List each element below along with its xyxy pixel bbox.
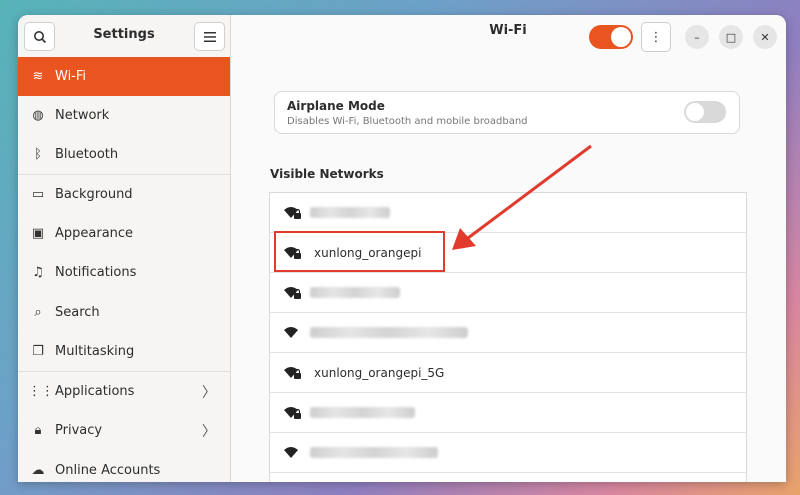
sidebar-item-label: Wi-Fi (55, 69, 87, 84)
sidebar-item-multitasking[interactable]: ❐ Multitasking (18, 332, 230, 371)
redacted-ssid (310, 287, 400, 298)
page-title: Wi-Fi (489, 23, 527, 38)
wifi-signal-icon (284, 446, 298, 458)
chevron-right-icon: 〉 (202, 423, 216, 440)
search-icon (33, 30, 46, 43)
sidebar-item-network[interactable]: ◍ Network (18, 96, 230, 135)
sidebar-item-search[interactable]: ⌕ Search (18, 293, 230, 332)
search-icon: ⌕ (34, 305, 42, 320)
hamburger-icon (203, 31, 216, 42)
sidebar-item-background[interactable]: ▭ Background (18, 175, 230, 214)
bell-icon: ♫ (32, 265, 44, 280)
network-row[interactable] (270, 193, 746, 233)
redacted-ssid (310, 447, 438, 458)
airplane-mode-toggle[interactable] (684, 101, 726, 123)
sidebar-item-online-accounts[interactable]: ☁ Online Accounts (18, 451, 230, 482)
airplane-mode-title: Airplane Mode (287, 99, 385, 113)
airplane-mode-row: Airplane Mode Disables Wi-Fi, Bluetooth … (274, 91, 740, 134)
sidebar-item-label: Privacy (55, 423, 103, 438)
sidebar-item-label: Appearance (55, 226, 134, 241)
kebab-icon: ⋮ (649, 29, 663, 45)
sidebar-item-privacy[interactable]: 🔒︎ Privacy 〉 (18, 411, 230, 450)
sidebar-separator (18, 371, 230, 372)
minimize-button[interactable]: – (685, 25, 709, 49)
sidebar-item-label: Network (55, 108, 110, 123)
wifi-secured-icon (284, 286, 301, 299)
sidebar-title: Settings (93, 27, 155, 42)
cloud-icon: ☁ (31, 463, 45, 478)
network-row[interactable] (270, 273, 746, 313)
toggle-knob (611, 27, 631, 47)
sidebar-item-label: Background (55, 187, 133, 202)
toggle-knob (686, 103, 704, 121)
wifi-toggle[interactable] (589, 25, 633, 49)
sidebar-item-wi-fi[interactable]: ≋ Wi-Fi (18, 57, 230, 96)
sidebar: Settings ≋ Wi-Fi ◍ Network ᛒ Bluetooth ▭ Backgr… (18, 15, 231, 482)
wifi-secured-icon (284, 206, 301, 219)
main-menu-button[interactable] (194, 22, 225, 51)
maximize-icon: □ (725, 30, 737, 44)
maximize-button[interactable]: □ (719, 25, 743, 49)
monitor-icon: ▭ (31, 187, 45, 202)
network-row[interactable] (270, 393, 746, 433)
sidebar-item-applications[interactable]: ⋮⋮ Applications 〉 (18, 372, 230, 411)
wifi-icon: ≋ (32, 69, 44, 84)
main-panel: Wi-Fi ⋮ – □ ✕ Airplane Mode Disables Wi-… (231, 15, 786, 482)
close-icon: ✕ (760, 30, 770, 44)
sidebar-item-bluetooth[interactable]: ᛒ Bluetooth (18, 135, 230, 174)
settings-window: Settings ≋ Wi-Fi ◍ Network ᛒ Bluetooth ▭ Backgr… (18, 15, 786, 482)
sidebar-separator (18, 174, 230, 175)
network-row[interactable] (270, 313, 746, 353)
wifi-signal-icon (284, 326, 298, 338)
chevron-right-icon: 〉 (202, 384, 216, 401)
lock-icon: 🔒︎ (34, 423, 42, 438)
wifi-secured-icon (284, 406, 301, 419)
visible-networks-heading: Visible Networks (270, 167, 384, 181)
sidebar-item-appearance[interactable]: ▣ Appearance (18, 214, 230, 253)
wifi-secured-icon (284, 366, 301, 379)
grid-icon: ⋮⋮ (28, 384, 54, 399)
sidebar-item-notifications[interactable]: ♫ Notifications (18, 253, 230, 292)
redacted-ssid (310, 207, 390, 218)
network-ssid: xunlong_orangepi_5G (314, 365, 445, 380)
network-row[interactable] (270, 433, 746, 473)
network-row[interactable]: xunlong_orangepi_5G (270, 353, 746, 393)
sidebar-item-label: Applications (55, 384, 135, 399)
sidebar-item-label: Search (55, 305, 100, 320)
airplane-mode-subtitle: Disables Wi-Fi, Bluetooth and mobile bro… (287, 116, 528, 127)
multitasking-icon: ❐ (32, 344, 44, 359)
globe-icon: ◍ (32, 108, 44, 123)
bluetooth-icon: ᛒ (34, 147, 42, 162)
redacted-ssid (310, 407, 415, 418)
close-button[interactable]: ✕ (753, 25, 777, 49)
sidebar-header: Settings (18, 15, 230, 56)
wifi-menu-button[interactable]: ⋮ (641, 22, 671, 52)
sidebar-item-label: Multitasking (55, 344, 135, 359)
sidebar-item-label: Notifications (55, 265, 137, 280)
minimize-icon: – (694, 30, 700, 44)
sidebar-item-label: Bluetooth (55, 147, 119, 162)
annotation-highlight-box (274, 231, 445, 272)
redacted-ssid (310, 327, 468, 338)
search-button[interactable] (24, 22, 55, 51)
appearance-icon: ▣ (31, 226, 45, 241)
sidebar-item-label: Online Accounts (55, 463, 161, 478)
